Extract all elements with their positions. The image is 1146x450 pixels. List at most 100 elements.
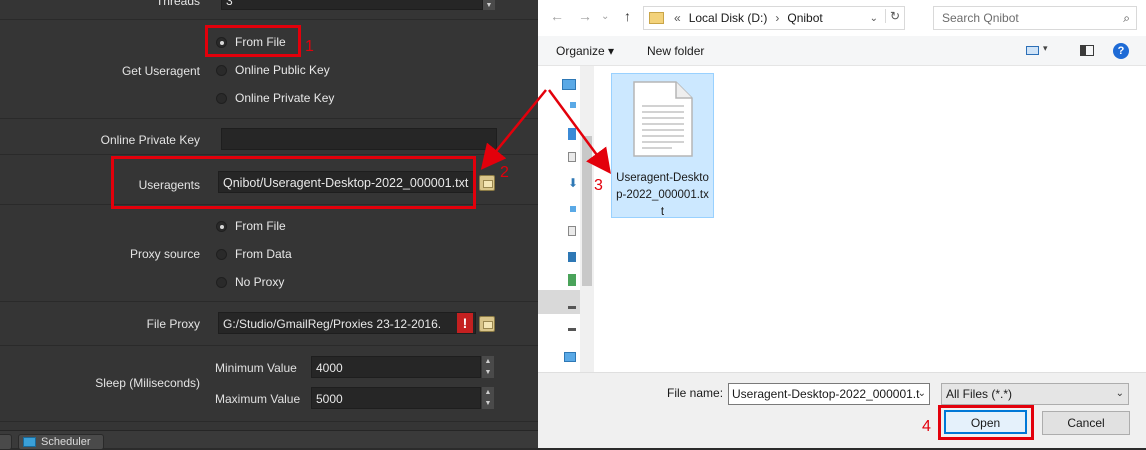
proxy-no-proxy-radio[interactable]: No Proxy	[216, 275, 284, 289]
file-proxy-path-value: G:/Studio/GmailReg/Proxies 23-12-2016.	[223, 317, 442, 331]
sleep-min-input[interactable]: 4000	[311, 356, 481, 378]
nav-item-icon[interactable]	[568, 252, 576, 262]
address-prefix: «	[674, 11, 681, 25]
warning-icon: !	[457, 313, 473, 333]
annotation-number-2: 2	[500, 164, 509, 181]
radio-label: From File	[235, 219, 286, 233]
threads-value: 3	[226, 0, 233, 8]
nav-item-icon[interactable]	[568, 128, 576, 140]
radio-label: No Proxy	[235, 275, 285, 289]
annotation-box-open	[938, 405, 1034, 440]
threads-input[interactable]: 3	[221, 0, 483, 10]
nav-item-icon[interactable]	[570, 206, 576, 212]
up-arrow-icon[interactable]: ↑	[624, 8, 631, 24]
file-proxy-path-input[interactable]: G:/Studio/GmailReg/Proxies 23-12-2016.	[218, 312, 476, 334]
online-private-key-label: Online Private Key	[100, 133, 200, 147]
file-type-value: All Files (*.*)	[946, 387, 1013, 401]
text-file-icon	[633, 81, 693, 157]
chevron-down-icon[interactable]: ⌄	[601, 11, 609, 22]
threads-row: Threads 3 ▲▼	[0, 0, 538, 20]
nav-scrollbar[interactable]	[580, 66, 594, 372]
file-proxy-browse-icon[interactable]	[479, 316, 495, 332]
file-item-label: Useragent-Desktop-2022_000001.txt	[616, 172, 709, 218]
threads-spinner[interactable]: ▲▼	[483, 0, 495, 10]
address-crumb-folder[interactable]: Qnibot	[787, 11, 822, 25]
useragent-online-private-radio[interactable]: Online Private Key	[216, 91, 334, 105]
nav-item-icon[interactable]	[570, 102, 576, 108]
cancel-button[interactable]: Cancel	[1042, 411, 1130, 435]
file-proxy-label: File Proxy	[146, 317, 200, 331]
dropdown-icon[interactable]: ⌄	[870, 13, 878, 24]
network-icon[interactable]	[564, 352, 576, 362]
get-useragent-label: Get Useragent	[121, 64, 200, 78]
proxy-from-file-radio[interactable]: From File	[216, 219, 286, 233]
address-bar-area: ← → ⌄ ↑ « Local Disk (D:) › Qnibot ⌄ ↻ S…	[538, 0, 1146, 36]
chevron-down-icon[interactable]: ⌄	[918, 384, 926, 404]
search-icon: ⌕	[1123, 11, 1130, 25]
proxy-source-row: Proxy source From File From Data No Prox…	[0, 205, 538, 302]
proxy-from-data-radio[interactable]: From Data	[216, 247, 292, 261]
search-input[interactable]: Search Qnibot ⌕	[933, 6, 1137, 30]
file-item-useragent[interactable]: Useragent-Desktop-2022_000001.txt	[611, 73, 714, 218]
annotation-box-useragents	[111, 156, 476, 209]
radio-icon	[216, 92, 227, 104]
sleep-max-label: Maximum Value	[215, 392, 301, 406]
folder-icon	[649, 12, 664, 24]
radio-label: Online Public Key	[235, 63, 330, 77]
scrollbar-thumb[interactable]	[582, 136, 592, 286]
nav-item-icon[interactable]	[568, 226, 576, 236]
drive-icon[interactable]	[568, 328, 576, 331]
file-name-input[interactable]: Useragent-Desktop-2022_000001.t ⌄	[728, 383, 930, 405]
preview-pane-icon[interactable]	[1080, 45, 1094, 56]
chevron-down-icon[interactable]: ⌄	[1116, 384, 1124, 404]
cancel-button-label: Cancel	[1067, 416, 1105, 430]
nav-item-icon[interactable]	[568, 274, 576, 286]
radio-icon	[216, 248, 227, 260]
sleep-row: Sleep (Miliseconds) Minimum Value 4000 ▲…	[0, 346, 538, 422]
annotation-box-from-file	[205, 25, 301, 57]
annotation-number-3: 3	[594, 177, 603, 194]
sleep-max-input[interactable]: 5000	[311, 387, 481, 409]
useragents-browse-icon[interactable]	[479, 175, 495, 191]
help-icon[interactable]: ?	[1113, 43, 1129, 59]
scheduler-icon	[23, 437, 36, 447]
view-options-icon[interactable]	[1026, 46, 1039, 55]
download-icon[interactable]: ⬇	[568, 176, 578, 190]
sleep-min-value: 4000	[316, 361, 343, 375]
radio-label: From Data	[235, 247, 292, 261]
dialog-footer: File name: Useragent-Desktop-2022_000001…	[538, 372, 1146, 448]
radio-icon	[216, 276, 227, 288]
nav-selected-item[interactable]	[538, 290, 580, 314]
forward-arrow-icon[interactable]: →	[578, 8, 592, 24]
threads-label: Threads	[155, 0, 200, 8]
drive-icon[interactable]	[568, 306, 576, 309]
computer-icon[interactable]	[562, 79, 576, 90]
file-type-select[interactable]: All Files (*.*) ⌄	[941, 383, 1129, 405]
refresh-icon[interactable]: ↻	[884, 9, 900, 23]
sleep-max-value: 5000	[316, 392, 343, 406]
bottom-taskbar: Scheduler	[0, 430, 538, 450]
radio-label: Online Private Key	[235, 91, 335, 105]
new-folder-button[interactable]: New folder	[647, 44, 704, 58]
nav-item-icon[interactable]	[568, 152, 576, 162]
file-name-label: File name:	[667, 386, 724, 400]
file-name-value: Useragent-Desktop-2022_000001.t	[732, 387, 920, 401]
sleep-min-label: Minimum Value	[215, 361, 297, 375]
scheduler-label: Scheduler	[41, 436, 91, 448]
online-private-key-input[interactable]	[221, 128, 497, 150]
dialog-toolbar: Organize ▾ New folder ▾ ?	[538, 36, 1146, 66]
back-arrow-icon[interactable]: ←	[550, 8, 564, 24]
settings-panel: Threads 3 ▲▼ Get Useragent From File Onl…	[0, 0, 538, 450]
chevron-right-icon: ›	[775, 11, 780, 25]
address-bar[interactable]: « Local Disk (D:) › Qnibot ⌄ ↻	[643, 6, 905, 30]
file-list-area: Useragent-Desktop-2022_000001.txt 3	[594, 66, 1146, 372]
annotation-number-4: 4	[922, 418, 931, 435]
view-dropdown-icon[interactable]: ▾	[1043, 43, 1048, 54]
address-crumb-drive[interactable]: Local Disk (D:)	[689, 11, 768, 25]
file-proxy-row: File Proxy G:/Studio/GmailReg/Proxies 23…	[0, 302, 538, 346]
sleep-min-spinner[interactable]: ▲ ▼	[482, 356, 494, 378]
organize-button[interactable]: Organize ▾	[556, 44, 614, 58]
sleep-max-spinner[interactable]: ▲ ▼	[482, 387, 494, 409]
annotation-number-1: 1	[305, 38, 314, 55]
useragent-online-public-radio[interactable]: Online Public Key	[216, 63, 330, 77]
